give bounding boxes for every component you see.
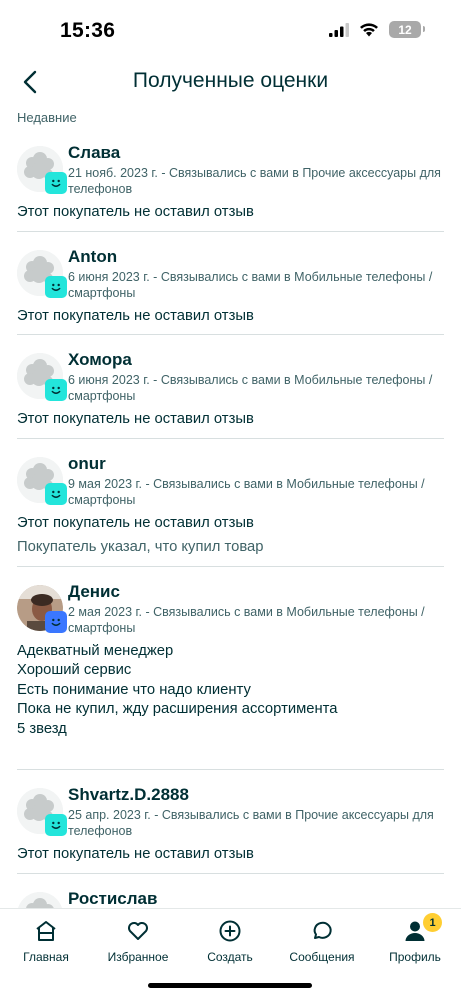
review-meta: 6 июня 2023 г. - Связывались с вами в Мо… — [68, 269, 433, 300]
review-text-line: Этот покупатель не оставил отзыв — [17, 204, 254, 220]
review-item[interactable]: Слава 21 нояб. 2023 г. - Связывались с ва… — [17, 128, 444, 232]
review-text-line: Есть понимание что надо клиенту — [17, 681, 251, 698]
reviewer-name[interactable]: Денис — [68, 581, 444, 603]
review-text: Этот покупатель не оставил отзыв — [17, 845, 444, 865]
smiley-badge-icon — [45, 379, 67, 401]
page-title: Полученные оценки — [132, 69, 329, 92]
reviewer-name[interactable]: Ростислав — [68, 888, 444, 909]
plus-circle-icon — [219, 920, 241, 942]
tab-create[interactable]: Создать — [184, 917, 276, 964]
header: Полученные оценки — [0, 60, 461, 104]
review-meta: 2 мая 2023 г. - Связывались с вами в Моб… — [68, 604, 425, 635]
review-text-line: Хороший сервис — [17, 662, 132, 678]
review-item[interactable]: Хомора 6 июня 2023 г. - Связывались с вам… — [17, 335, 444, 439]
section-label: Недавние — [17, 110, 77, 125]
review-text-line: 5 звезд — [17, 720, 67, 737]
avatar[interactable] — [17, 146, 67, 194]
review-text: Этот покупатель не оставил отзыв — [17, 203, 444, 223]
smiley-badge-icon — [45, 814, 67, 836]
home-indicator — [148, 983, 312, 988]
review-item[interactable]: Anton 6 июня 2023 г. - Связывались с вами… — [17, 232, 444, 335]
tab-favorites-label: Избранное — [107, 950, 169, 964]
reviews-list[interactable]: Слава 21 нояб. 2023 г. - Связывались с ва… — [0, 128, 461, 908]
tab-messages-label: Сообщения — [289, 950, 355, 964]
avatar[interactable] — [17, 249, 67, 298]
review-meta: 9 мая 2023 г. - Связывались с вами в Моб… — [68, 476, 425, 507]
purchase-note: Покупатель указал, что купил товар — [17, 539, 264, 555]
review-meta: 6 июня 2023 г. - Связывались с вами в Мо… — [68, 373, 433, 403]
smiley-badge-icon — [45, 482, 67, 505]
battery-indicator: 12 — [389, 21, 425, 38]
smiley-badge-icon — [45, 275, 67, 298]
battery-level: 12 — [398, 22, 412, 37]
tab-create-label: Создать — [207, 950, 253, 964]
reviewer-name[interactable]: onur — [68, 453, 444, 475]
review-text: Адекватный менеджер Хороший сервис Есть по… — [17, 642, 444, 740]
status-icons: 12 — [329, 21, 425, 38]
reviewer-name[interactable]: Anton — [68, 246, 444, 268]
review-item[interactable]: Ростислав — [17, 874, 444, 909]
smiley-badge-icon — [45, 172, 67, 194]
review-item[interactable]: onur 9 мая 2023 г. - Связывались с вами в… — [17, 439, 444, 567]
review-text-line: Этот покупатель не оставил отзыв — [17, 846, 254, 862]
reviewer-name[interactable]: Слава — [68, 142, 444, 164]
home-icon — [36, 921, 56, 941]
signal-icon — [329, 22, 349, 37]
heart-icon — [128, 922, 148, 940]
review-meta: 25 апр. 2023 г. - Связывались с вами в П… — [68, 808, 434, 838]
status-time: 15:36 — [60, 19, 116, 42]
default-avatar-icon — [17, 891, 63, 908]
tab-favorites[interactable]: Избранное — [92, 917, 184, 964]
avatar[interactable] — [17, 456, 67, 505]
smiley-badge-icon — [45, 610, 67, 633]
tab-home[interactable]: Главная — [0, 917, 92, 964]
avatar[interactable] — [17, 584, 67, 633]
reviewer-name[interactable]: Shvartz.D.2888 — [68, 784, 444, 806]
review-item[interactable]: Денис 2 мая 2023 г. - Связывались с вами … — [17, 567, 444, 770]
wifi-icon — [360, 23, 378, 37]
status-bar: 15:36 12 — [0, 0, 461, 60]
review-text-line: Этот покупатель не оставил отзыв — [17, 411, 254, 427]
notification-badge: 1 — [423, 913, 442, 932]
tab-messages[interactable]: Сообщения — [276, 917, 368, 964]
avatar[interactable] — [17, 891, 63, 908]
review-text: Этот покупатель не оставил отзыв — [17, 514, 444, 534]
reviewer-name[interactable]: Хомора — [68, 349, 444, 371]
avatar[interactable] — [17, 788, 67, 836]
review-text: Этот покупатель не оставил отзыв — [17, 307, 444, 327]
tab-profile[interactable]: 1 Профиль — [369, 913, 461, 964]
avatar[interactable] — [17, 353, 67, 401]
review-text-line: Этот покупатель не оставил отзыв — [17, 514, 254, 531]
review-text-line: Пока не купил, жду расширения ассортимен… — [17, 701, 338, 717]
tab-profile-label: Профиль — [389, 950, 441, 964]
review-meta: 21 нояб. 2023 г. - Связывались с вами в … — [68, 166, 441, 196]
review-text-line: Адекватный менеджер — [17, 642, 174, 659]
chat-icon — [313, 921, 332, 939]
tab-home-label: Главная — [23, 950, 69, 964]
review-text: Этот покупатель не оставил отзыв — [17, 410, 444, 430]
review-text-line: Этот покупатель не оставил отзыв — [17, 307, 254, 324]
review-item[interactable]: Shvartz.D.2888 25 апр. 2023 г. - Связывал… — [17, 770, 444, 874]
